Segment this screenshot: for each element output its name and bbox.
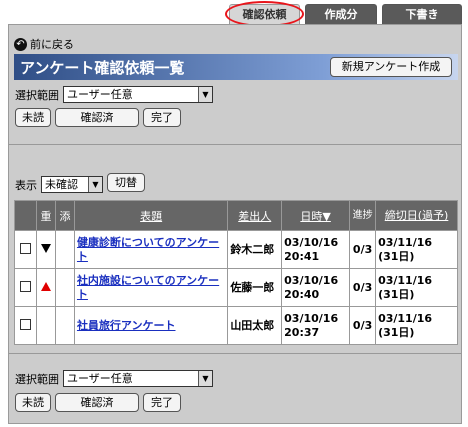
range-select[interactable]: ユーザー任意 ▼ (63, 86, 213, 103)
unread-button[interactable]: 未読 (15, 108, 51, 127)
tab-drafts[interactable]: 下書き (382, 4, 462, 24)
sender-cell: 山田太郎 (227, 306, 283, 345)
row-checkbox-cell[interactable] (14, 306, 37, 345)
row-checkbox-cell[interactable] (14, 268, 37, 307)
attach-cell (54, 306, 75, 345)
sort-deadline-link[interactable]: 締切日(過予) (385, 209, 449, 222)
subject-link[interactable]: 健康診断についてのアンケート (77, 236, 219, 263)
range-select[interactable]: ユーザー任意 ▼ (63, 370, 213, 387)
col-attach: 添 (54, 200, 75, 231)
display-row: 表示 未確認 ▼ 切替 (15, 173, 145, 193)
row-checkbox[interactable] (19, 242, 31, 254)
priority-cell (35, 306, 56, 345)
chevron-down-icon: ▼ (198, 87, 212, 102)
col-deadline[interactable]: 締切日(過予) (375, 200, 458, 231)
row-checkbox-cell[interactable] (14, 230, 37, 269)
attach-cell (54, 230, 75, 269)
display-label: 表示 (15, 178, 37, 192)
sender-cell: 佐藤一郎 (227, 268, 283, 307)
col-sender[interactable]: 差出人 (227, 200, 283, 231)
display-select-value: 未確認 (45, 178, 78, 191)
divider (9, 353, 461, 354)
sort-datetime-link[interactable]: 日時▼ (300, 210, 330, 223)
priority-high-icon (40, 282, 51, 291)
chevron-down-icon: ▼ (198, 371, 212, 386)
subject-cell[interactable]: 社内施設についてのアンケート (73, 268, 229, 307)
done-button[interactable]: 完了 (143, 393, 181, 412)
priority-cell (35, 268, 56, 307)
col-priority: 重 (35, 200, 56, 231)
priority-low-icon (40, 244, 51, 253)
progress-cell: 0/3 (349, 306, 377, 345)
main-panel: ↶ 前に戻る アンケート確認依頼一覧 新規アンケート作成 選択範囲 ユーザー任意… (8, 24, 462, 424)
subject-cell[interactable]: 健康診断についてのアンケート (73, 230, 229, 269)
datetime-cell: 03/10/16 20:40 (281, 268, 351, 307)
status-buttons-bottom: 未読 確認済 完了 (15, 393, 181, 412)
priority-cell (35, 230, 56, 269)
datetime-cell: 03/10/16 20:37 (281, 306, 351, 345)
range-label: 選択範囲 (15, 372, 59, 386)
new-survey-button[interactable]: 新規アンケート作成 (330, 57, 452, 77)
chevron-down-icon: ▼ (88, 177, 102, 192)
range-label: 選択範囲 (15, 88, 59, 102)
tab-created[interactable]: 作成分 (305, 4, 377, 24)
sort-sender-link[interactable]: 差出人 (238, 210, 271, 223)
deadline-cell: 03/11/16 (31日) (375, 306, 458, 345)
subject-link[interactable]: 社内施設についてのアンケート (77, 274, 219, 301)
deadline-cell: 03/11/16 (31日) (375, 268, 458, 307)
display-select[interactable]: 未確認 ▼ (41, 176, 103, 193)
col-select (14, 200, 37, 231)
range-select-value: ユーザー任意 (67, 88, 133, 101)
col-subject[interactable]: 表題 (73, 200, 229, 231)
switch-button[interactable]: 切替 (107, 173, 145, 192)
row-checkbox[interactable] (19, 280, 31, 292)
subject-link[interactable]: 社員旅行アンケート (77, 319, 176, 332)
table-row[interactable]: 社内施設についてのアンケート 佐藤一郎 03/10/16 20:40 0/3 0… (14, 268, 458, 307)
page-title: アンケート確認依頼一覧 (20, 59, 185, 77)
unread-button[interactable]: 未読 (15, 393, 51, 412)
range-row-top: 選択範囲 ユーザー任意 ▼ (15, 86, 213, 103)
title-bar: アンケート確認依頼一覧 新規アンケート作成 (14, 54, 458, 80)
tab-confirm-request[interactable]: 確認依頼 (229, 4, 300, 24)
back-link[interactable]: ↶ 前に戻る (14, 36, 74, 52)
table-row[interactable]: 健康診断についてのアンケート 鈴木二郎 03/10/16 20:41 0/3 0… (14, 230, 458, 269)
datetime-cell: 03/10/16 20:41 (281, 230, 351, 269)
back-label: 前に戻る (30, 38, 74, 51)
range-row-bottom: 選択範囲 ユーザー任意 ▼ (15, 370, 213, 387)
survey-table: 重 添 表題 差出人 日時▼ 進捗 締切日(過予) 健康診断についてのアンケート… (14, 200, 458, 345)
col-progress: 進捗 (349, 200, 377, 231)
progress-cell: 0/3 (349, 268, 377, 307)
sort-subject-link[interactable]: 表題 (140, 210, 162, 223)
divider (9, 144, 461, 145)
subject-cell[interactable]: 社員旅行アンケート (73, 306, 229, 345)
status-buttons-top: 未読 確認済 完了 (15, 108, 181, 127)
confirmed-button[interactable]: 確認済 (55, 108, 139, 127)
table-header-row: 重 添 表題 差出人 日時▼ 進捗 締切日(過予) (14, 200, 458, 231)
sender-cell: 鈴木二郎 (227, 230, 283, 269)
deadline-cell: 03/11/16 (31日) (375, 230, 458, 269)
row-checkbox[interactable] (19, 318, 31, 330)
progress-cell: 0/3 (349, 230, 377, 269)
table-row[interactable]: 社員旅行アンケート 山田太郎 03/10/16 20:37 0/3 03/11/… (14, 306, 458, 345)
back-arrow-icon: ↶ (14, 37, 27, 51)
confirmed-button[interactable]: 確認済 (55, 393, 139, 412)
col-datetime[interactable]: 日時▼ (281, 200, 351, 231)
attach-cell (54, 268, 75, 307)
done-button[interactable]: 完了 (143, 108, 181, 127)
range-select-value: ユーザー任意 (67, 372, 133, 385)
